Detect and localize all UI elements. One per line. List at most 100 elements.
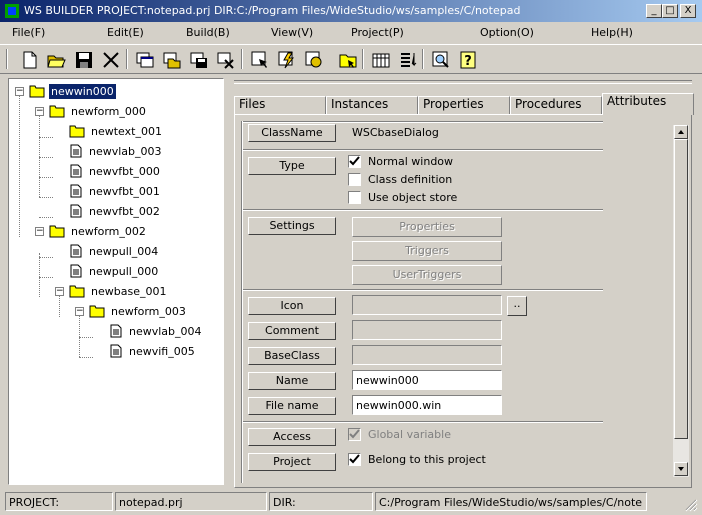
svg-text:?: ?	[464, 54, 472, 69]
menu-help[interactable]: Help(H)	[591, 26, 633, 39]
tree-node-newform_003[interactable]: newform_003	[89, 302, 188, 320]
status-dir-value: C:/Program Files/WideStudio/ws/samples/C…	[375, 492, 647, 511]
preview-icon	[432, 51, 449, 68]
menu-view[interactable]: View(V)	[271, 26, 313, 39]
close-button[interactable]: X	[680, 4, 696, 18]
comment-field[interactable]	[352, 320, 502, 340]
normal-window-label: Normal window	[368, 155, 454, 168]
name-field[interactable]: newwin000	[352, 370, 502, 390]
project-button[interactable]: Project	[248, 453, 336, 471]
use-object-store-checkbox[interactable]	[348, 191, 361, 204]
comment-button[interactable]: Comment	[248, 322, 336, 340]
checkmark-icon	[349, 156, 360, 166]
minimize-button[interactable]: _	[646, 4, 662, 18]
tree-node-label: newform_003	[111, 304, 186, 318]
tree-node-newtext_001[interactable]: newtext_001	[69, 122, 164, 140]
tree-node-newbase_001[interactable]: newbase_001	[69, 282, 168, 300]
build-button[interactable]	[275, 48, 298, 71]
tree-node-label: newpull_000	[89, 264, 159, 278]
classname-button[interactable]: ClassName	[248, 124, 336, 142]
list-button[interactable]	[396, 48, 419, 71]
menu-edit[interactable]: Edit(E)	[107, 26, 144, 39]
resize-grip-icon[interactable]	[682, 496, 698, 512]
browse-icon-button[interactable]: ..	[507, 296, 527, 316]
maximize-button[interactable]: □	[662, 4, 678, 18]
global-variable-checkbox[interactable]	[348, 428, 361, 441]
select-button[interactable]	[248, 48, 271, 71]
tree-node-newvlab_003[interactable]: newvlab_003	[69, 142, 164, 160]
collapse-toggle[interactable]: −	[75, 307, 84, 316]
belong-project-checkbox[interactable]	[348, 453, 361, 466]
menu-file[interactable]: File(F)	[12, 26, 45, 39]
tree-node-newvlab_004[interactable]: newvlab_004	[109, 322, 204, 340]
usertriggers-settings-button[interactable]: UserTriggers	[352, 265, 502, 285]
new-window-button[interactable]	[133, 48, 156, 71]
tab-files[interactable]: Files	[234, 96, 326, 114]
object-tree[interactable]: − − − − − newwin000 newform_000 newtext_…	[8, 78, 224, 485]
tree-node-newvfbt_001[interactable]: newvfbt_001	[69, 182, 162, 200]
app-icon	[5, 4, 19, 18]
close-icon: X	[684, 5, 692, 16]
type-button[interactable]: Type	[248, 157, 336, 175]
access-button[interactable]: Access	[248, 428, 336, 446]
tree-node-newpull_004[interactable]: newpull_004	[69, 242, 160, 260]
tree-node-newform_000[interactable]: newform_000	[49, 102, 148, 120]
tree-node-newwin000[interactable]: newwin000	[29, 82, 116, 100]
tab-properties[interactable]: Properties	[418, 96, 510, 114]
new-file-button[interactable]	[18, 48, 41, 71]
tab-procedures[interactable]: Procedures	[510, 96, 602, 114]
preview-button[interactable]	[429, 48, 452, 71]
tab-instances[interactable]: Instances	[326, 96, 418, 114]
filename-button[interactable]: File name	[248, 397, 336, 415]
toolbar-separator	[241, 49, 243, 69]
tree-node-newvfbt_000[interactable]: newvfbt_000	[69, 162, 162, 180]
save-window-button[interactable]	[187, 48, 210, 71]
baseclass-field[interactable]	[352, 345, 502, 365]
menu-option[interactable]: Option(O)	[480, 26, 534, 39]
save-button[interactable]	[72, 48, 95, 71]
icon-field[interactable]	[352, 295, 502, 315]
tab-attributes[interactable]: Attributes	[602, 93, 694, 115]
scroll-up-button[interactable]	[674, 125, 688, 139]
tree-node-newform_002[interactable]: newform_002	[49, 222, 148, 240]
tree-line	[39, 253, 40, 297]
settings-button[interactable]: Settings	[248, 217, 336, 235]
folder-button[interactable]	[336, 48, 359, 71]
status-dir-label: DIR:	[269, 492, 373, 511]
status-bar: PROJECT: notepad.prj DIR: C:/Program Fil…	[0, 490, 702, 515]
open-window-button[interactable]	[160, 48, 183, 71]
maximize-icon: □	[665, 5, 675, 16]
close-window-button[interactable]	[214, 48, 237, 71]
collapse-toggle[interactable]: −	[15, 87, 24, 96]
document-icon	[70, 184, 82, 198]
arrow-down-icon	[678, 467, 684, 471]
scroll-thumb[interactable]	[674, 139, 688, 439]
tree-line	[19, 93, 20, 237]
global-variable-label: Global variable	[368, 428, 451, 441]
tree-node-newpull_000[interactable]: newpull_000	[69, 262, 160, 280]
scroll-down-button[interactable]	[674, 462, 688, 476]
icon-button[interactable]: Icon	[248, 297, 336, 315]
collapse-toggle[interactable]: −	[35, 107, 44, 116]
menu-build[interactable]: Build(B)	[186, 26, 230, 39]
filename-field[interactable]: newwin000.win	[352, 395, 502, 415]
tree-node-label: newform_002	[71, 224, 146, 238]
compile-button[interactable]	[302, 48, 325, 71]
open-folder-button[interactable]	[44, 48, 67, 71]
grid-button[interactable]	[369, 48, 392, 71]
tree-node-newvfbt_002[interactable]: newvfbt_002	[69, 202, 162, 220]
baseclass-button[interactable]: BaseClass	[248, 347, 336, 365]
tree-line	[39, 177, 53, 178]
collapse-toggle[interactable]: −	[35, 227, 44, 236]
cut-button[interactable]	[99, 48, 122, 71]
attributes-pane: Files Instances Properties Procedures At…	[234, 78, 694, 488]
tree-node-newvifi_005[interactable]: newvifi_005	[109, 342, 197, 360]
normal-window-checkbox[interactable]	[348, 155, 361, 168]
help-button[interactable]: ?	[456, 48, 479, 71]
properties-settings-button[interactable]: Properties	[352, 217, 502, 237]
menu-project[interactable]: Project(P)	[351, 26, 404, 39]
collapse-toggle[interactable]: −	[55, 287, 64, 296]
name-button[interactable]: Name	[248, 372, 336, 390]
triggers-settings-button[interactable]: Triggers	[352, 241, 502, 261]
class-definition-checkbox[interactable]	[348, 173, 361, 186]
